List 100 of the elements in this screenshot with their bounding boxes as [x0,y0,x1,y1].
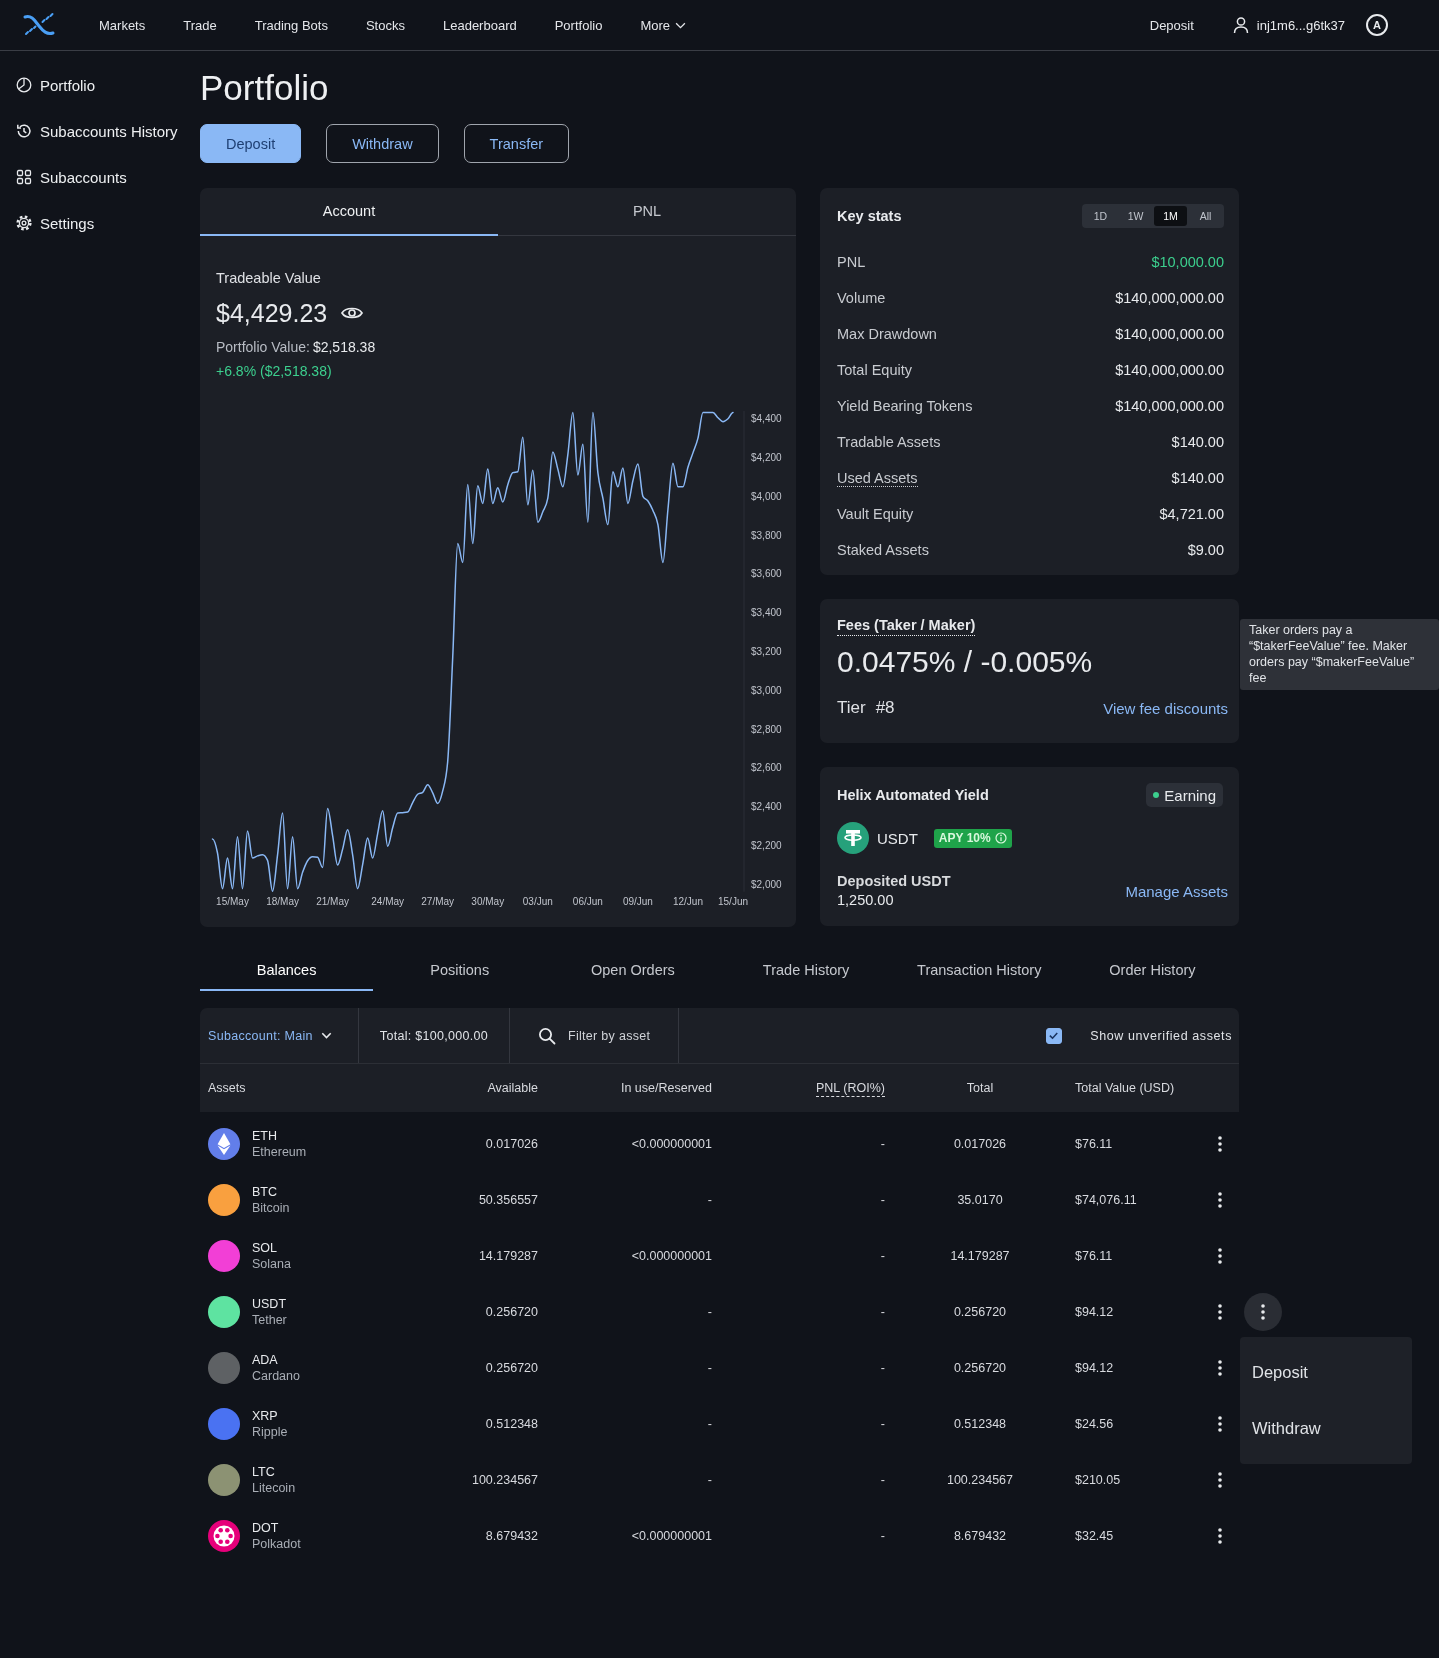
stat-label: Tradable Assets [837,434,941,450]
tab[interactable]: Trade History [719,951,893,991]
stat-value: $4,721.00 [1159,506,1224,522]
page-title: Portfolio [200,67,330,109]
stat-label: PNL [837,254,866,270]
y-axis-label: $3,200 [751,645,782,657]
nav-link[interactable]: Trade [183,17,217,33]
nav-link[interactable]: Markets [99,17,146,33]
table-cell: - [880,1305,885,1319]
period-option[interactable]: 1W [1119,206,1152,226]
stat-value: $140,000,000.00 [1115,362,1224,378]
action-button[interactable]: Withdraw [326,124,439,163]
period-option[interactable]: 1D [1084,206,1117,226]
x-axis-label: 21/May [316,896,349,907]
x-axis-label: 15/May [216,896,249,907]
action-button[interactable]: Transfer [463,124,570,163]
row-menu-button[interactable] [1244,1293,1282,1331]
stat-value: $9.00 [1187,542,1224,558]
checkbox[interactable] [1046,1027,1063,1044]
nav-link[interactable]: Leaderboard [442,17,517,33]
stat-label: Volume [837,290,886,306]
status-text: Earning [1164,786,1216,804]
sidebar-item[interactable]: Subaccounts History [0,108,200,154]
tab[interactable]: Balances [200,951,374,991]
x-axis-label: 06/Jun [572,896,603,907]
more-menu-button[interactable]: More [640,17,687,33]
table-cell: 50.356557 [478,1193,538,1207]
table-cell: $210.05 [1075,1473,1121,1487]
app-logo[interactable] [23,12,55,38]
sidebar-item[interactable]: Subaccounts [0,154,200,200]
eye-icon[interactable] [341,305,364,321]
table-cell: <0.000000001 [631,1529,712,1543]
kebab-icon [1261,1304,1265,1320]
asset-name: Cardano [252,1368,300,1384]
table-cell: $76.11 [1075,1137,1113,1151]
tab[interactable]: Order History [1065,951,1240,991]
stat-value: $140,000,000.00 [1115,398,1224,414]
table-cell: 0.256720 [485,1305,538,1319]
y-axis-label: $4,400 [751,413,782,425]
nav-link[interactable]: Trading Bots [254,17,328,33]
x-axis-label: 09/Jun [622,896,653,907]
table-cell: <0.000000001 [631,1137,712,1151]
x-axis-label: 15/Jun [718,896,748,907]
menu-item[interactable]: Deposit [1240,1344,1412,1400]
menu-item[interactable]: Withdraw [1240,1400,1412,1456]
sidebar-item[interactable]: Settings [0,200,200,246]
action-button[interactable]: Deposit [200,124,302,163]
table-cell: - [880,1361,885,1375]
nav-link[interactable]: Portfolio [554,17,603,33]
deposited-label: Deposited USDT [837,872,951,891]
tier-label: Tier [837,698,866,718]
y-axis-label: $2,600 [751,762,782,774]
tab[interactable]: Open Orders [546,951,720,991]
x-axis-label: 12/Jun [672,896,703,907]
x-axis-label: 03/Jun [522,896,553,907]
circled-letter-button[interactable]: A [1366,14,1388,36]
table-cell: - [880,1137,885,1151]
period-option[interactable]: 1M [1154,206,1187,226]
y-axis-label: $3,400 [751,607,782,619]
coin-icon [837,822,869,854]
asset-name: Bitcoin [252,1200,290,1216]
stat-label: Total Equity [837,362,912,378]
account-button[interactable]: inj1m6...g6tk37 [1231,16,1345,34]
manage-assets-link[interactable]: Manage Assets [1125,882,1228,900]
tradeable-value: $4,429.23 [216,298,328,329]
card-title: Key stats [837,208,902,224]
deposit-link[interactable]: Deposit [1149,17,1194,33]
table-cell: - [880,1249,885,1263]
column-header: PNL (ROI%) [816,1081,885,1097]
asset-symbol: DOT [252,1520,280,1536]
settings-icon [16,215,32,231]
checkbox-label: Show unverified assets [1090,1028,1232,1043]
total-value: Total: $100,000.00 [379,1028,489,1043]
kebab-icon [1217,1192,1222,1208]
tab[interactable]: Positions [373,951,547,991]
y-axis-label: $3,800 [751,529,782,541]
stat-value: $140.00 [1171,470,1224,486]
tradeable-value-label: Tradeable Value [216,269,322,288]
fee-rates: 0.0475% / -0.005% [837,644,1094,680]
table-cell: - [880,1529,885,1543]
stat-label: Used Assets [837,469,918,487]
kebab-icon [1217,1360,1222,1376]
tab[interactable]: Transaction History [892,951,1066,991]
value-change: +6.8% ($2,518.38) [216,362,333,381]
table-cell: - [707,1305,712,1319]
table-cell: - [880,1473,885,1487]
y-axis-label: $4,000 [751,490,782,502]
tab[interactable]: PNL [498,188,796,236]
nav-link[interactable]: Stocks [365,17,405,33]
deposited-value: 1,250.00 [837,891,895,910]
period-option[interactable]: All [1189,206,1222,226]
user-icon [1231,16,1250,34]
column-header: Available [487,1081,538,1095]
history-icon [16,123,32,139]
fee-discounts-link[interactable]: View fee discounts [1103,699,1228,717]
sidebar-item[interactable]: Portfolio [0,62,200,108]
asset-name: Polkadot [252,1536,301,1552]
search-field[interactable]: Filter by asset [568,1028,673,1043]
info-icon[interactable] [994,832,1007,844]
tab[interactable]: Account [200,188,498,236]
